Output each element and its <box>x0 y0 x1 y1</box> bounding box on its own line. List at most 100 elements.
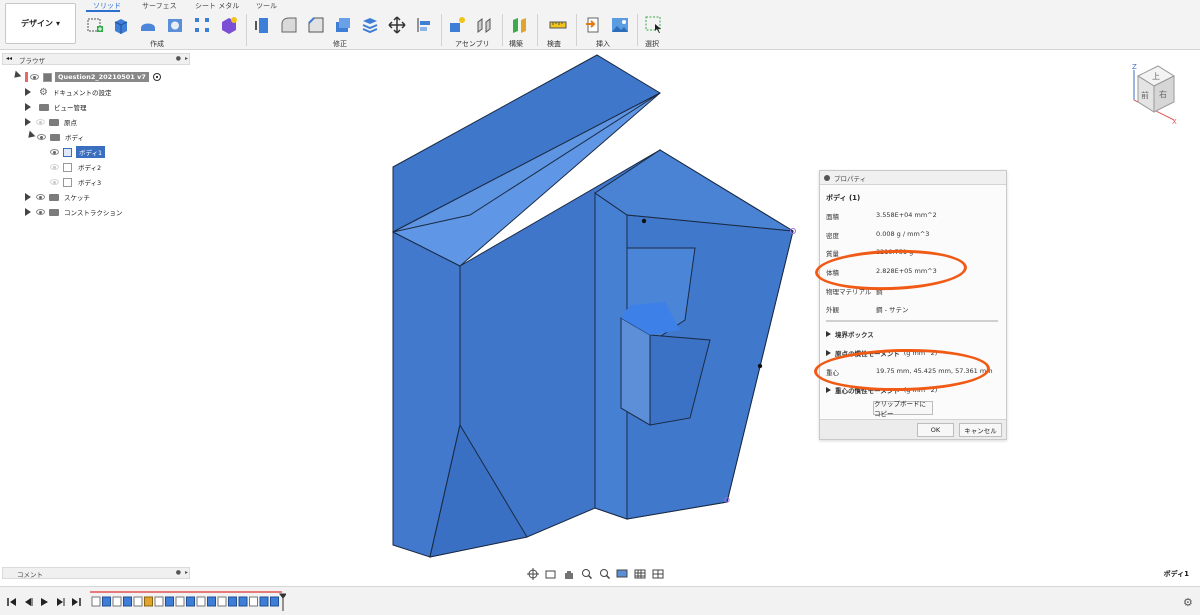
expand-toggle-icon[interactable] <box>25 118 31 126</box>
inertia-center-section[interactable]: 重心の慣性モーメント (g mm^2) <box>826 385 937 395</box>
timeline-sketch-feature[interactable] <box>133 596 143 607</box>
timeline-sketch-feature[interactable] <box>154 596 164 607</box>
expand-toggle-icon[interactable] <box>8 70 22 84</box>
timeline-sketch-feature[interactable] <box>249 596 258 607</box>
extrude-icon[interactable] <box>112 16 130 34</box>
timeline-marker[interactable] <box>279 593 286 611</box>
look-at-icon[interactable] <box>544 568 558 580</box>
tree-item-named-views[interactable]: ビュー管理 <box>25 100 87 114</box>
timeline-sketch-feature[interactable] <box>196 596 206 607</box>
timeline-settings-gear-icon[interactable]: ⚙ <box>1183 596 1193 609</box>
eye-icon[interactable] <box>37 134 46 140</box>
comments-bar[interactable]: コメント ● ▸ <box>2 567 190 579</box>
view-cube[interactable]: Z X 上 前 右 <box>1128 62 1180 124</box>
expand-icon[interactable]: ▸ <box>185 55 188 62</box>
pattern-icon[interactable] <box>193 16 211 34</box>
align-icon[interactable] <box>415 16 433 34</box>
expand-toggle-icon[interactable] <box>25 88 31 96</box>
play-icon[interactable] <box>38 596 50 608</box>
new-component-icon[interactable] <box>448 16 466 34</box>
group-modify-label[interactable]: 修正 <box>333 39 347 49</box>
tree-item-origin[interactable]: 原点 <box>25 115 77 129</box>
shell-icon[interactable] <box>334 16 352 34</box>
combine-icon[interactable] <box>361 16 379 34</box>
tree-item-body3[interactable]: ボディ3 <box>50 175 101 189</box>
tab-tools[interactable]: ツール <box>256 1 277 11</box>
insert-derive-icon[interactable] <box>585 16 603 34</box>
chamfer-icon[interactable] <box>307 16 325 34</box>
expand-icon[interactable]: ▸ <box>185 569 188 576</box>
timeline-body-feature[interactable] <box>123 596 132 607</box>
timeline-sketch-feature[interactable] <box>112 596 122 607</box>
pin-icon[interactable]: ● <box>176 55 181 62</box>
timeline-sketch-feature[interactable] <box>91 596 101 607</box>
move-icon[interactable] <box>388 16 406 34</box>
tab-sheet-metal[interactable]: シート メタル <box>195 1 239 11</box>
eye-icon[interactable] <box>50 179 59 185</box>
timeline-body-feature[interactable] <box>165 596 174 607</box>
dialog-header[interactable]: プロパティ <box>820 171 1006 185</box>
model-viewport[interactable] <box>380 50 810 565</box>
revolve-icon[interactable] <box>139 16 157 34</box>
tree-item-body2[interactable]: ボディ2 <box>50 160 101 174</box>
tree-item-construction[interactable]: コンストラクション <box>25 205 122 219</box>
expand-toggle-icon[interactable] <box>25 103 31 111</box>
tree-item-bodies[interactable]: ボディ <box>22 130 84 144</box>
expand-toggle-icon[interactable] <box>25 193 31 201</box>
eye-icon[interactable] <box>50 164 59 170</box>
step-forward-icon[interactable] <box>54 596 66 608</box>
eye-icon[interactable] <box>36 119 45 125</box>
workspace-switcher[interactable]: デザイン ▾ <box>5 3 76 44</box>
tree-item-document-settings[interactable]: ⚙ ドキュメントの設定 <box>25 85 111 99</box>
timeline-sketch-feature[interactable] <box>217 596 227 607</box>
create-sketch-icon[interactable] <box>86 16 104 34</box>
group-inspect-label[interactable]: 検査 <box>547 39 561 49</box>
bounding-box-section[interactable]: 境界ボックス <box>826 329 874 339</box>
vertex[interactable] <box>757 363 763 369</box>
timeline-body-feature[interactable] <box>270 596 279 607</box>
tab-surface[interactable]: サーフェス <box>142 1 177 11</box>
hole-icon[interactable] <box>166 16 184 34</box>
group-create-label[interactable]: 作成 <box>150 39 164 49</box>
go-to-end-icon[interactable] <box>70 596 82 608</box>
create-form-icon[interactable] <box>220 16 238 34</box>
fit-icon[interactable] <box>598 568 612 580</box>
fillet-icon[interactable] <box>280 16 298 34</box>
zoom-icon[interactable] <box>580 568 594 580</box>
timeline-body-feature[interactable] <box>228 596 237 607</box>
timeline-body-feature[interactable] <box>144 596 153 607</box>
cancel-button[interactable]: キャンセル <box>959 423 1002 437</box>
collapse-browser-icon[interactable]: ◂◂ <box>6 55 12 62</box>
group-select-label[interactable]: 選択 <box>645 39 659 49</box>
display-settings-icon[interactable] <box>616 568 630 580</box>
timeline-sketch-feature[interactable] <box>175 596 185 607</box>
vertex[interactable] <box>641 218 647 224</box>
press-pull-icon[interactable] <box>253 16 271 34</box>
tree-item-body1[interactable]: ボディ1 <box>50 145 106 159</box>
ok-button[interactable]: OK <box>917 423 954 437</box>
timeline-body-feature[interactable] <box>238 596 248 607</box>
offset-plane-icon[interactable] <box>511 16 529 34</box>
select-icon[interactable] <box>645 16 663 34</box>
tree-root[interactable]: Question2_20210501 v7 <box>8 70 161 84</box>
pan-hand-icon[interactable] <box>562 568 576 580</box>
group-construct-label[interactable]: 構築 <box>509 39 523 49</box>
step-back-icon[interactable] <box>22 596 34 608</box>
expand-toggle-icon[interactable] <box>22 130 36 144</box>
joint-icon[interactable] <box>475 16 493 34</box>
eye-icon[interactable] <box>36 209 45 215</box>
timeline-body-feature[interactable] <box>102 596 111 607</box>
measure-icon[interactable] <box>549 16 567 34</box>
eye-icon[interactable] <box>36 194 45 200</box>
inertia-origin-section[interactable]: 原点の慣性モーメント (g mm^2) <box>826 348 937 358</box>
timeline-body-feature[interactable] <box>259 596 269 607</box>
go-to-start-icon[interactable] <box>6 596 18 608</box>
eye-icon[interactable] <box>50 149 59 155</box>
viewports-icon[interactable] <box>652 568 666 580</box>
activate-radio[interactable] <box>152 73 161 81</box>
group-assemble-label[interactable]: アセンブリ <box>455 39 490 49</box>
timeline-body-feature[interactable] <box>207 596 216 607</box>
timeline-body-feature[interactable] <box>186 596 195 607</box>
insert-image-icon[interactable] <box>611 16 629 34</box>
grid-settings-icon[interactable] <box>634 568 648 580</box>
